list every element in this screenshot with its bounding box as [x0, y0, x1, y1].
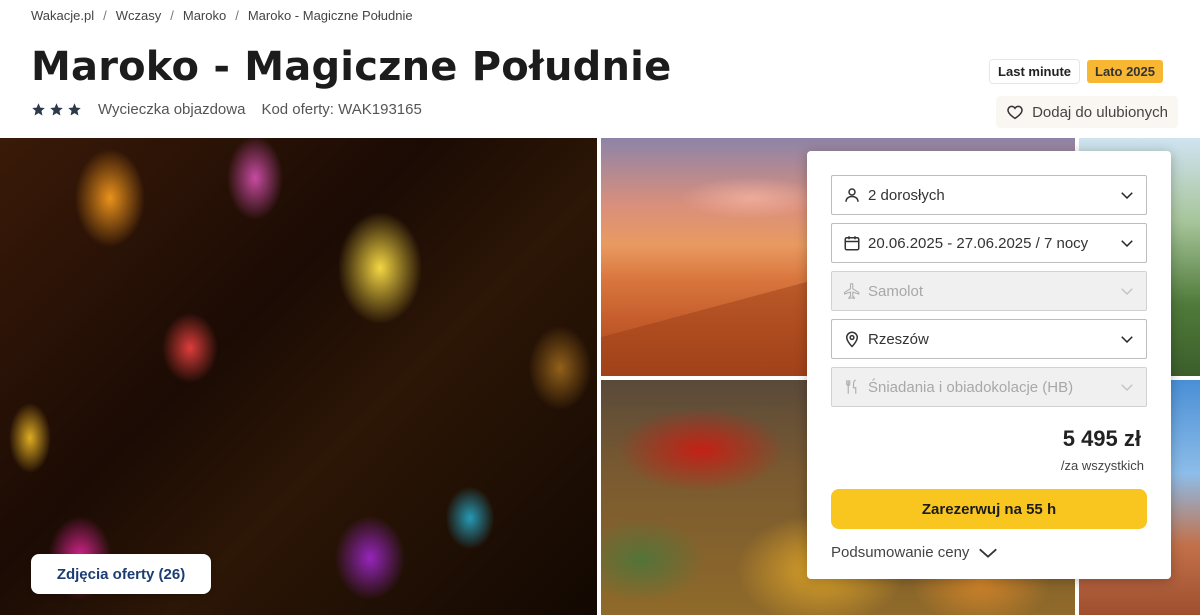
heart-icon: [1007, 105, 1023, 120]
chevron-down-icon: [1121, 240, 1133, 248]
chevron-down-icon: [1121, 192, 1133, 200]
total-price: 5 495 zł: [1062, 426, 1141, 451]
dates-select[interactable]: 20.06.2025 - 27.06.2025 / 7 nocy: [831, 223, 1147, 263]
breadcrumb: Wakacje.pl / Wczasy / Maroko / Maroko - …: [31, 8, 413, 23]
price-summary-toggle[interactable]: Podsumowanie ceny: [831, 544, 999, 561]
price-note: /za wszystkich: [1060, 458, 1144, 473]
book-button[interactable]: Zarezerwuj na 55 h: [831, 489, 1147, 529]
trip-type: Wycieczka objazdowa: [98, 101, 246, 118]
board-select: Śniadania i obiadokolacje (HB): [831, 367, 1147, 407]
last-minute-badge: Last minute: [990, 60, 1080, 83]
star-rating: [31, 102, 82, 117]
plane-icon: [842, 281, 862, 301]
star-icon: [68, 103, 81, 116]
add-to-favorites-button[interactable]: Dodaj do ulubionych: [996, 96, 1178, 128]
chevron-down-icon: [979, 548, 998, 558]
season-badge: Lato 2025: [1087, 60, 1163, 83]
person-icon: [842, 185, 862, 205]
breadcrumb-separator: /: [235, 8, 239, 23]
breadcrumb-separator: /: [103, 8, 107, 23]
departure-select[interactable]: Rzeszów: [831, 319, 1147, 359]
offer-photos-button[interactable]: Zdjęcia oferty (26): [31, 554, 211, 594]
travelers-select[interactable]: 2 dorosłych: [831, 175, 1147, 215]
cutlery-icon: [842, 377, 862, 397]
offer-badges: Last minute Lato 2025: [990, 60, 1163, 83]
star-icon: [50, 103, 63, 116]
departure-value: Rzeszów: [868, 330, 929, 348]
offer-code: Kod oferty: WAK193165: [261, 101, 422, 118]
breadcrumb-current: Maroko - Magiczne Południe: [247, 8, 413, 23]
chevron-down-icon: [1121, 384, 1133, 392]
breadcrumb-maroko[interactable]: Maroko: [183, 8, 226, 23]
chevron-down-icon: [1121, 336, 1133, 344]
travelers-value: 2 dorosłych: [868, 186, 945, 204]
offer-meta: Wycieczka objazdowa Kod oferty: WAK19316…: [31, 101, 422, 118]
page-title: Maroko - Magiczne Południe: [31, 44, 672, 90]
transport-value: Samolot: [868, 282, 924, 300]
booking-panel: 2 dorosłych 20.06.2025 - 27.06.2025 / 7 …: [807, 151, 1171, 579]
board-value: Śniadania i obiadokolacje (HB): [868, 378, 1074, 396]
gallery-image-lanterns[interactable]: [0, 138, 597, 615]
star-icon: [32, 103, 45, 116]
breadcrumb-home[interactable]: Wakacje.pl: [31, 8, 94, 23]
favorites-label: Dodaj do ulubionych: [1032, 103, 1168, 121]
price-summary-label: Podsumowanie ceny: [831, 544, 970, 561]
location-pin-icon: [842, 329, 862, 349]
breadcrumb-wczasy[interactable]: Wczasy: [116, 8, 162, 23]
breadcrumb-separator: /: [170, 8, 174, 23]
dates-value: 20.06.2025 - 27.06.2025 / 7 nocy: [868, 234, 1089, 252]
transport-select: Samolot: [831, 271, 1147, 311]
calendar-icon: [842, 233, 862, 253]
chevron-down-icon: [1121, 288, 1133, 296]
